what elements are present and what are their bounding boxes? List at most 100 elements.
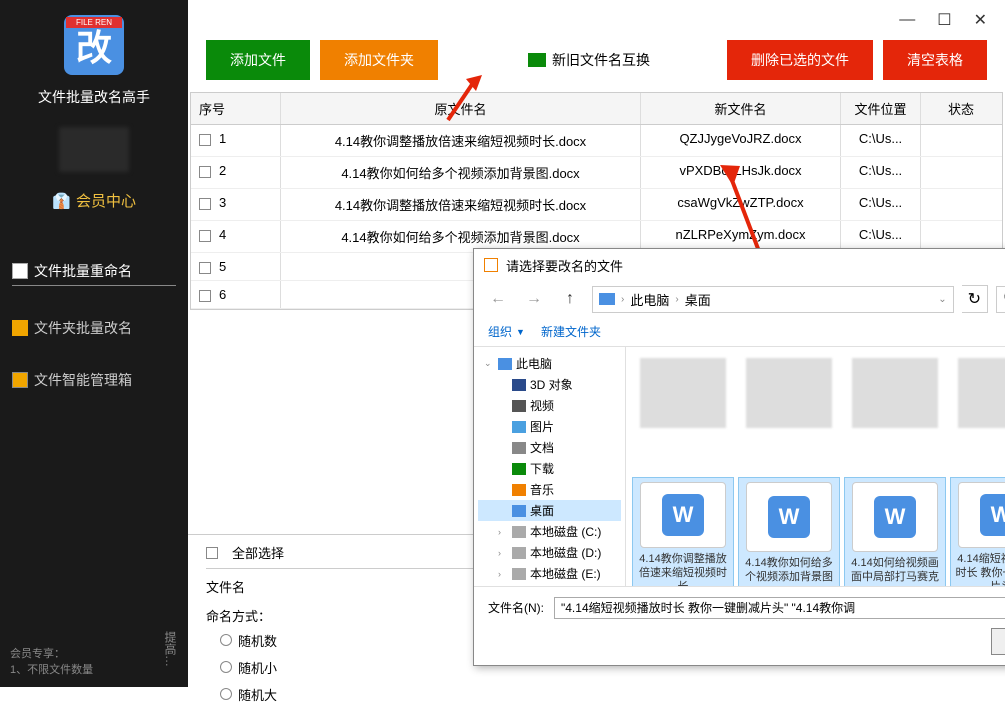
dialog-icon bbox=[484, 258, 498, 272]
ti-vid-icon bbox=[512, 400, 526, 412]
tree-item[interactable]: ⌄此电脑 bbox=[478, 353, 621, 374]
image-thumb bbox=[746, 358, 832, 428]
tree-item[interactable]: ›本地磁盘 (E:) bbox=[478, 563, 621, 584]
file-item[interactable] bbox=[844, 353, 946, 473]
add-file-button[interactable]: 添加文件 bbox=[206, 40, 310, 80]
file-item[interactable]: W4.14缩短视频播放时长 教你一键删减片头 bbox=[950, 477, 1005, 586]
doc-icon: W bbox=[746, 482, 832, 552]
tree-item[interactable]: 视频 bbox=[478, 395, 621, 416]
col-seq[interactable]: 序号 bbox=[191, 93, 281, 124]
row-checkbox[interactable] bbox=[199, 134, 211, 146]
tree-item[interactable]: 3D 对象 bbox=[478, 374, 621, 395]
nav-file-manager[interactable]: 文件智能管理箱 bbox=[12, 370, 176, 390]
image-thumb bbox=[640, 358, 726, 428]
swap-names-button[interactable]: 新旧文件名互换 bbox=[528, 50, 650, 70]
ti-3d-icon bbox=[512, 379, 526, 391]
row-checkbox[interactable] bbox=[199, 230, 211, 242]
doc-icon: W bbox=[640, 482, 726, 548]
nav-up-button[interactable]: ↑ bbox=[556, 287, 584, 311]
app-logo: 改 bbox=[64, 15, 124, 75]
app-name: 文件批量改名高手 bbox=[38, 87, 150, 107]
pc-icon bbox=[599, 293, 615, 305]
file-label: 4.14教你调整播放倍速来缩短视频时长 bbox=[637, 552, 729, 586]
nav-rename-folders[interactable]: 文件夹批量改名 bbox=[12, 318, 176, 338]
member-icon: 👔 bbox=[52, 192, 70, 210]
nav-forward-button[interactable]: → bbox=[520, 287, 548, 311]
refresh-button[interactable]: ↻ bbox=[962, 285, 988, 313]
file-item[interactable] bbox=[632, 353, 734, 473]
filename-label: 文件名(N): bbox=[488, 599, 544, 616]
row-checkbox[interactable] bbox=[199, 262, 211, 274]
image-thumb bbox=[852, 358, 938, 428]
file-list: W4.14教你调整播放倍速来缩短视频时长W4.14教你如何给多个视频添加背景图W… bbox=[626, 347, 1005, 586]
chevron-down-icon[interactable]: ⌄ bbox=[938, 294, 946, 305]
doc-icon: W bbox=[958, 482, 1005, 548]
folder-icon bbox=[12, 320, 28, 336]
table-row[interactable]: 2 4.14教你如何给多个视频添加背景图.docxvPXDBcyLHsJk.do… bbox=[191, 157, 1002, 189]
file-item[interactable]: W 4.14如何给视频画面中局部打马赛克 bbox=[844, 477, 946, 586]
table-row[interactable]: 1 4.14教你调整播放倍速来缩短视频时长.docxQZJJygeVoJRZ.d… bbox=[191, 125, 1002, 157]
minimize-button[interactable]: — bbox=[899, 11, 915, 29]
toolbar: 添加文件 添加文件夹 新旧文件名互换 删除已选的文件 清空表格 bbox=[188, 40, 1005, 92]
col-new[interactable]: 新文件名 bbox=[641, 93, 841, 124]
open-button[interactable]: 打开(O)▼ bbox=[991, 628, 1005, 655]
nav-back-button[interactable]: ← bbox=[484, 287, 512, 311]
file-icon bbox=[12, 263, 28, 279]
delete-selected-button[interactable]: 删除已选的文件 bbox=[727, 40, 873, 80]
tree-item[interactable]: ›本地磁盘 (D:) bbox=[478, 542, 621, 563]
file-open-dialog: 请选择要改名的文件 ✕ ← → ↑ › 此电脑 › 桌面 ⌄ ↻ 🔍在 桌面 中… bbox=[473, 248, 1005, 666]
tree-item[interactable]: 图片 bbox=[478, 416, 621, 437]
ti-pc-icon bbox=[498, 358, 512, 370]
row-checkbox[interactable] bbox=[199, 198, 211, 210]
table-row[interactable]: 3 4.14教你调整播放倍速来缩短视频时长.docxcsaWgVkZwZTP.d… bbox=[191, 189, 1002, 221]
filename-input[interactable] bbox=[554, 597, 1005, 619]
ti-pic-icon bbox=[512, 421, 526, 433]
file-label: 4.14教你如何给多个视频添加背景图 bbox=[743, 556, 835, 585]
dialog-titlebar: 请选择要改名的文件 ✕ bbox=[474, 249, 1005, 281]
row-checkbox[interactable] bbox=[199, 290, 211, 302]
ti-disk-icon bbox=[512, 526, 526, 538]
file-label: 4.14如何给视频画面中局部打马赛克 bbox=[849, 556, 941, 585]
profile-placeholder bbox=[59, 127, 129, 172]
ti-desk-icon bbox=[512, 505, 526, 517]
ti-mus-icon bbox=[512, 484, 526, 496]
new-folder-button[interactable]: 新建文件夹 bbox=[541, 323, 601, 340]
tree-item[interactable]: 桌面 bbox=[478, 500, 621, 521]
dialog-title-text: 请选择要改名的文件 bbox=[506, 256, 623, 275]
nav-rename-files[interactable]: 文件批量重命名 bbox=[12, 261, 176, 286]
tree-item[interactable]: 文档 bbox=[478, 437, 621, 458]
col-stat[interactable]: 状态 bbox=[921, 93, 1001, 124]
maximize-button[interactable]: ☐ bbox=[937, 10, 951, 30]
radio-random-upper[interactable]: 随机大 bbox=[220, 685, 987, 704]
ti-disk-icon bbox=[512, 547, 526, 559]
member-tip: 会员专享：1、不限文件数量 bbox=[0, 635, 103, 687]
manage-icon bbox=[12, 372, 28, 388]
add-folder-button[interactable]: 添加文件夹 bbox=[320, 40, 438, 80]
folder-tree: ⌄此电脑3D 对象视频图片文档下载音乐桌面›本地磁盘 (C:)›本地磁盘 (D:… bbox=[474, 347, 626, 586]
tree-item[interactable]: ›本地磁盘 (C:) bbox=[478, 521, 621, 542]
sidebar: 改 文件批量改名高手 👔会员中心 文件批量重命名 文件夹批量改名 文件智能管理箱… bbox=[0, 0, 188, 687]
address-bar[interactable]: › 此电脑 › 桌面 ⌄ bbox=[592, 286, 954, 313]
organize-menu[interactable]: 组织 ▼ bbox=[488, 323, 525, 340]
ti-doc-icon bbox=[512, 442, 526, 454]
close-button[interactable]: ✕ bbox=[974, 10, 987, 30]
ti-disk-icon bbox=[512, 568, 526, 580]
file-item[interactable] bbox=[738, 353, 840, 473]
search-input[interactable]: 🔍在 桌面 中搜索 bbox=[996, 286, 1005, 313]
tree-item[interactable]: 音乐 bbox=[478, 479, 621, 500]
member-center-link[interactable]: 👔会员中心 bbox=[52, 190, 136, 211]
tree-item[interactable]: 下载 bbox=[478, 458, 621, 479]
col-orig[interactable]: 原文件名 bbox=[281, 93, 641, 124]
sidebar-overflow: 提高… bbox=[162, 631, 179, 667]
file-item[interactable]: W 4.14教你如何给多个视频添加背景图 bbox=[738, 477, 840, 586]
row-checkbox[interactable] bbox=[199, 166, 211, 178]
ti-dl-icon bbox=[512, 463, 526, 475]
clear-table-button[interactable]: 清空表格 bbox=[883, 40, 987, 80]
col-loc[interactable]: 文件位置 bbox=[841, 93, 921, 124]
image-thumb bbox=[958, 358, 1005, 428]
file-item[interactable]: W 4.14教你调整播放倍速来缩短视频时长 bbox=[632, 477, 734, 586]
doc-icon: W bbox=[852, 482, 938, 552]
main-area: — ☐ ✕ 添加文件 添加文件夹 新旧文件名互换 删除已选的文件 清空表格 序号… bbox=[188, 0, 1005, 687]
file-item[interactable] bbox=[950, 353, 1005, 473]
swap-icon bbox=[528, 53, 546, 67]
